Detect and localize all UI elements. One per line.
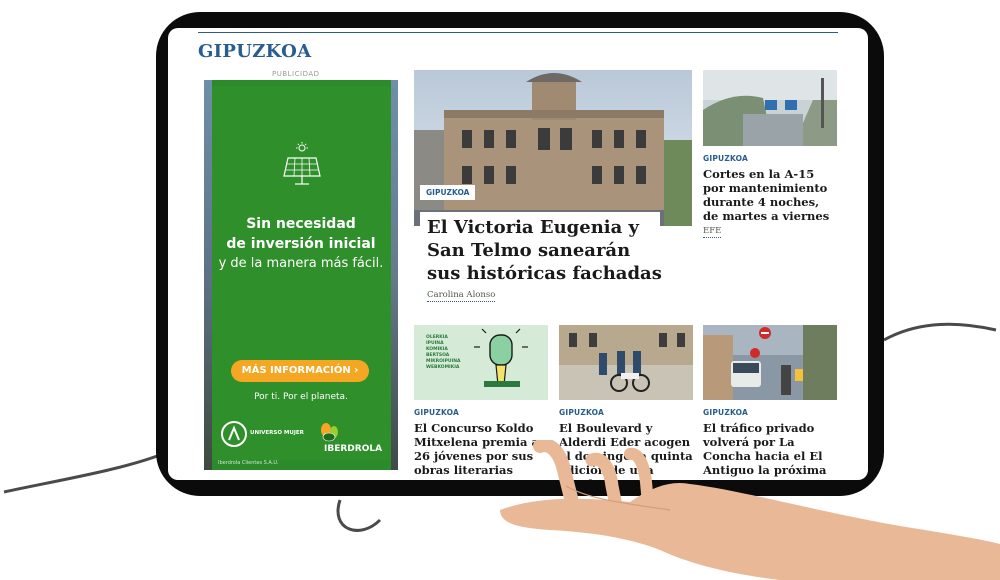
card-1-kicker[interactable]: GIPUZKOA bbox=[414, 408, 459, 417]
ad-photo-strip-left bbox=[204, 80, 212, 470]
ad-brand-1: UNIVERSO MUJER bbox=[250, 430, 304, 436]
card-2-image-event[interactable] bbox=[559, 325, 693, 400]
ad-cta-label: MÁS INFORMACIÓN bbox=[241, 365, 351, 376]
ad-label: PUBLICIDAD bbox=[272, 70, 320, 78]
solar-panel-icon bbox=[283, 142, 321, 185]
hero-image-theatre[interactable] bbox=[414, 70, 692, 226]
card-1-image-poster[interactable]: OLERKIA IPUINA KOMIKIA BERTSOA MIKROIPUI… bbox=[414, 325, 548, 400]
section-title[interactable]: GIPUZKOA bbox=[198, 41, 311, 62]
ad-tagline: Por ti. Por el planeta. bbox=[254, 392, 348, 402]
card-1-poster-text: OLERKIA IPUINA KOMIKIA BERTSOA MIKROIPUI… bbox=[426, 335, 461, 370]
ad-brand-2: IBERDROLA bbox=[324, 444, 383, 454]
chevron-right-icon: › bbox=[354, 365, 359, 376]
ad-photo-strip-right bbox=[391, 80, 398, 470]
hero-author[interactable]: Carolina Alonso bbox=[427, 290, 496, 302]
universo-mujer-logo-icon bbox=[221, 421, 247, 447]
hero-headline[interactable]: El Victoria Eugenia y San Telmo sanearán… bbox=[427, 216, 667, 285]
iberdrola-leaf-icon bbox=[321, 423, 338, 442]
section-rule bbox=[198, 32, 838, 33]
tablet-screen: GIPUZKOA PUBLICIDAD Sin necesidad de inv… bbox=[168, 28, 868, 480]
side-kicker[interactable]: GIPUZKOA bbox=[703, 154, 748, 163]
side-image-motorway[interactable] bbox=[703, 70, 837, 146]
side-headline[interactable]: Cortes en la A-15 por mantenimiento dura… bbox=[703, 167, 833, 223]
ad-subline: y de la manera más fácil. bbox=[218, 256, 384, 271]
ad-headline-2: de inversión inicial bbox=[226, 236, 376, 252]
advertisement-banner[interactable]: Sin necesidad de inversión inicial y de … bbox=[204, 80, 398, 470]
card-2-kicker[interactable]: GIPUZKOA bbox=[559, 408, 604, 417]
card-3-kicker[interactable]: GIPUZKOA bbox=[703, 408, 748, 417]
ad-cta-button[interactable]: MÁS INFORMACIÓN › bbox=[231, 360, 369, 382]
hand-image bbox=[500, 440, 1000, 580]
ad-headline-1: Sin necesidad bbox=[246, 216, 356, 232]
ad-footer: Iberdrola Clientes S.A.U. bbox=[218, 460, 279, 466]
hero-kicker[interactable]: GIPUZKOA bbox=[420, 185, 476, 200]
card-3-image-traffic[interactable] bbox=[703, 325, 837, 400]
side-author[interactable]: EFE bbox=[703, 226, 722, 238]
